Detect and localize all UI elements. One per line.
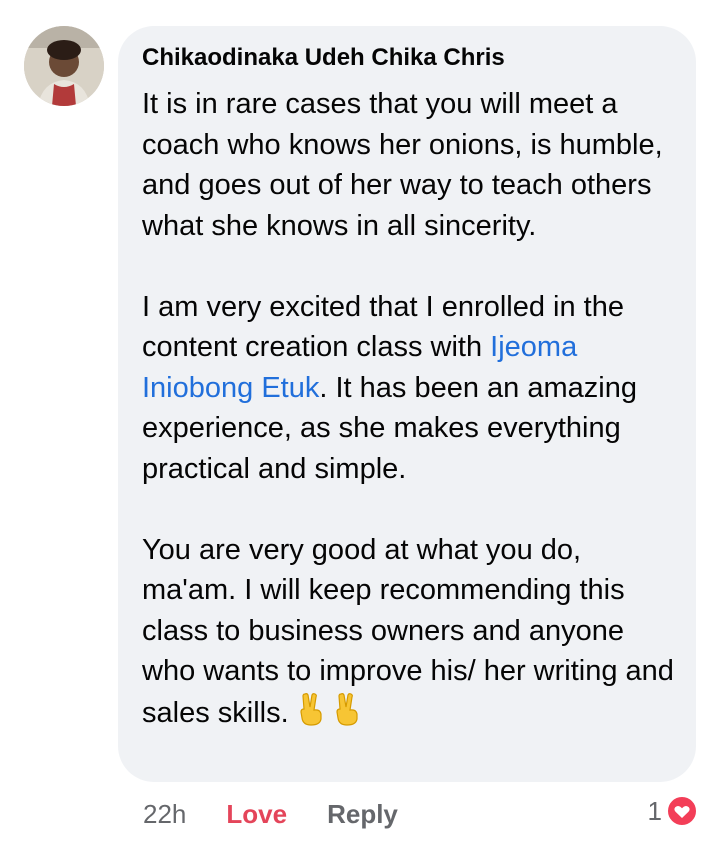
comment-paragraph-3: You are very good at what you do, ma'am.… <box>142 530 682 738</box>
comment-body: It is in rare cases that you will meet a… <box>142 84 682 737</box>
comment-paragraph-1: It is in rare cases that you will meet a… <box>142 88 663 242</box>
victory-hand-icon <box>297 692 325 738</box>
love-reaction-icon <box>666 795 698 827</box>
comment-author[interactable]: Chikaodinaka Udeh Chika Chris <box>142 44 505 72</box>
reaction-count: 1 <box>647 795 662 826</box>
reaction-summary[interactable]: 1 <box>648 795 698 827</box>
paragraph-3-text: You are very good at what you do, ma'am.… <box>142 533 674 729</box>
comment-bubble: Chikaodinaka Udeh Chika Chris It is in r… <box>118 26 696 782</box>
comment-paragraph-2: I am very excited that I enrolled in the… <box>142 287 682 490</box>
reply-button[interactable]: Reply <box>327 799 398 830</box>
comment-actions: 22h Love Reply <box>143 797 398 831</box>
avatar[interactable] <box>24 26 104 106</box>
victory-hand-icon <box>333 692 361 738</box>
profile-photo <box>24 26 104 106</box>
comment-timestamp[interactable]: 22h <box>143 799 186 830</box>
love-button[interactable]: Love <box>226 799 287 830</box>
